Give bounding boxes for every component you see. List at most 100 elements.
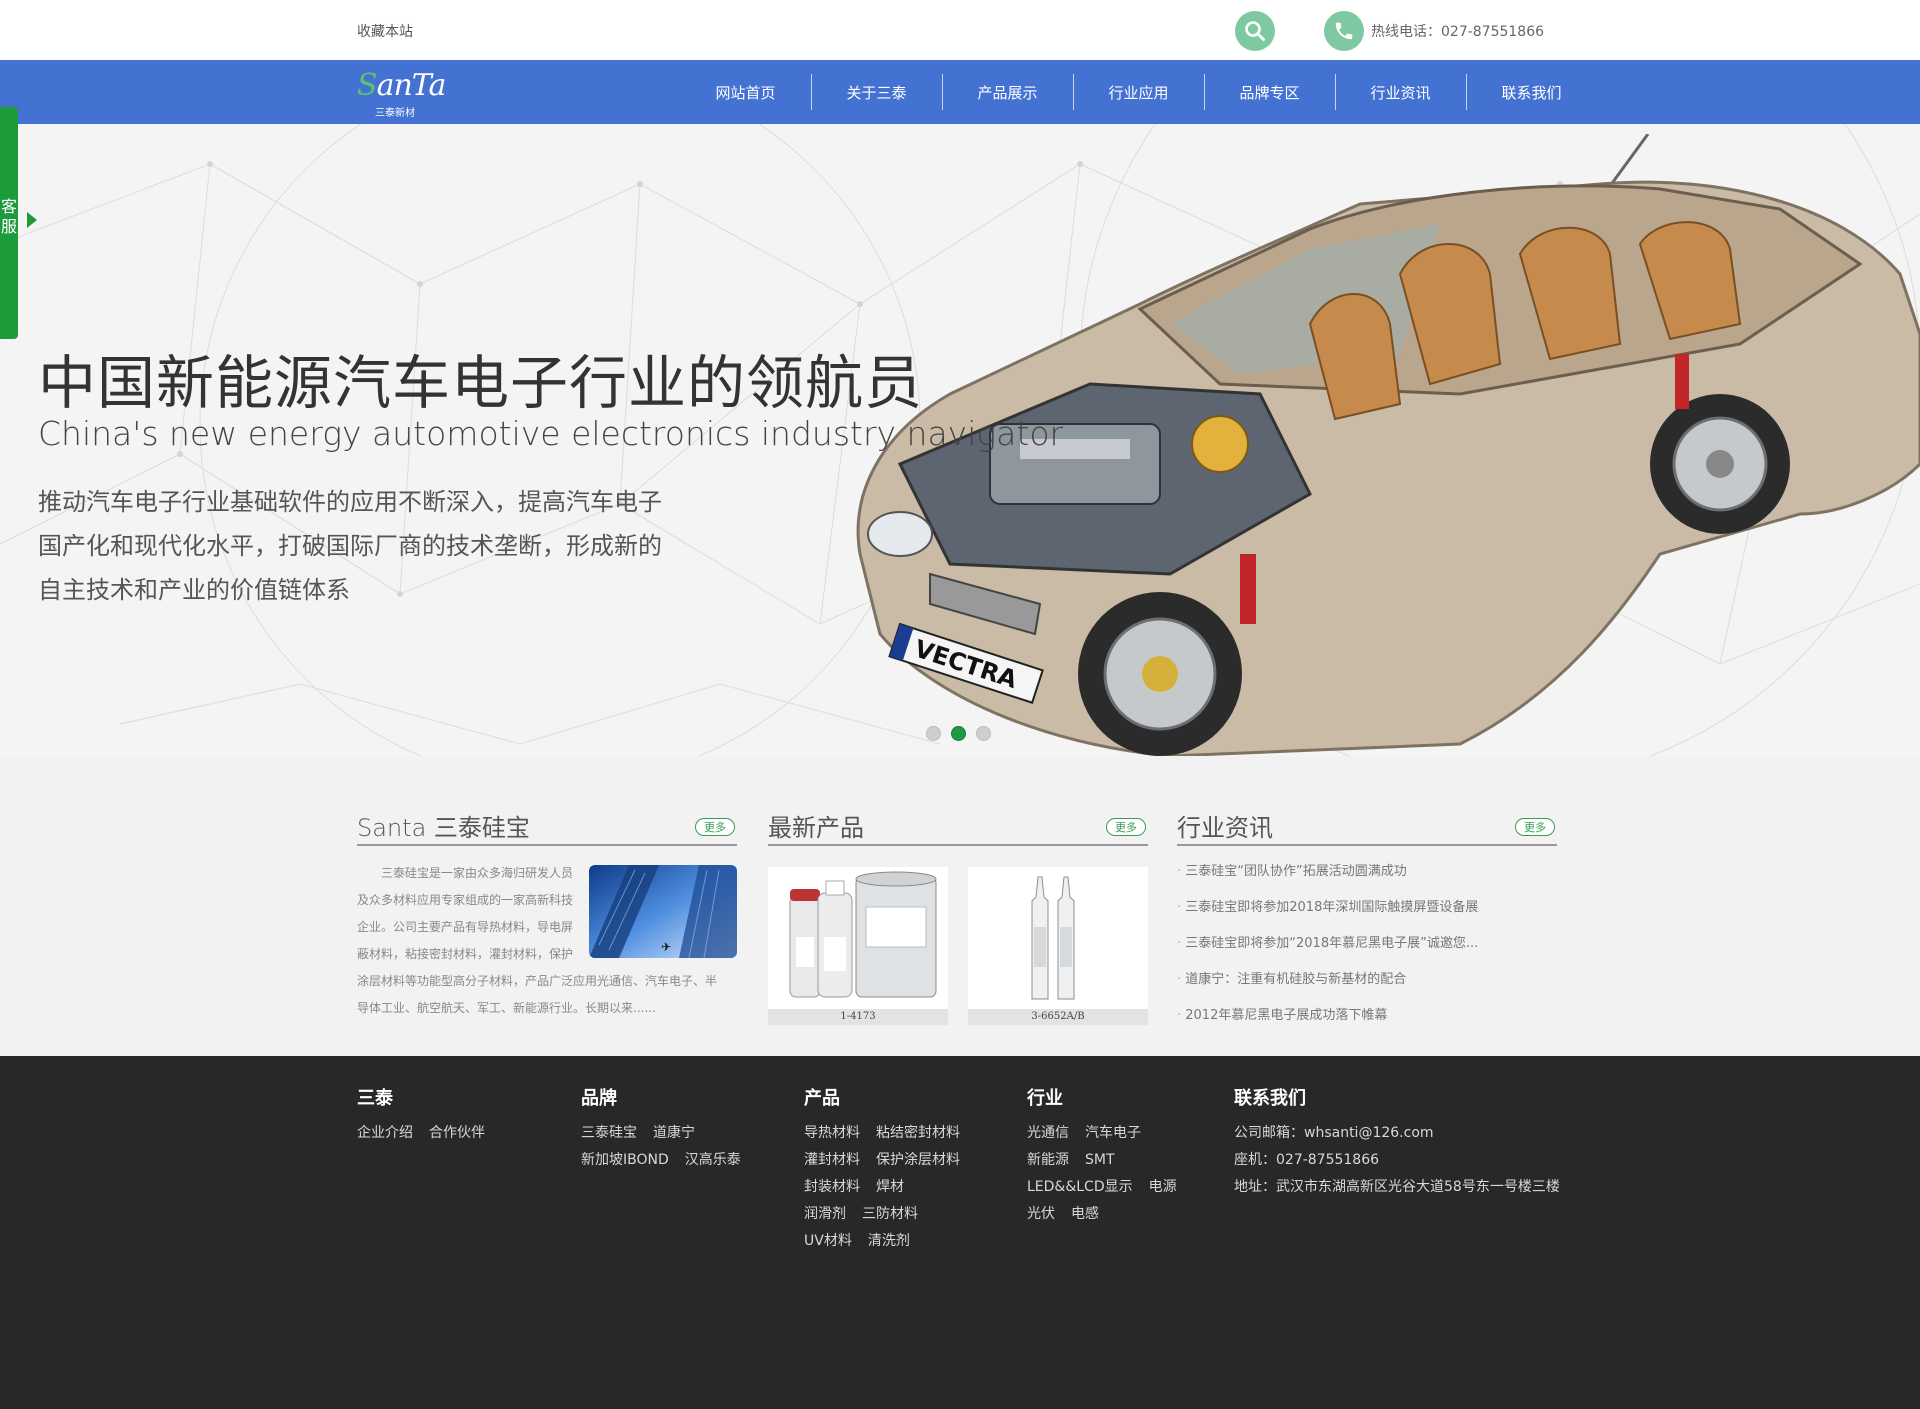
nav-applications[interactable]: 行业应用 — [1073, 60, 1204, 124]
slider-dot-2[interactable] — [951, 726, 966, 741]
logo[interactable]: SanTa 三泰新材 — [357, 68, 447, 119]
footer-heading: 联系我们 — [1234, 1088, 1306, 1109]
footer-link[interactable]: 新加坡IBOND — [581, 1152, 669, 1168]
footer-row: 封装材料 焊材 — [804, 1174, 976, 1201]
footer-address: 地址：武汉市东湖高新区光谷大道58号东一号楼三楼 — [1234, 1179, 1560, 1195]
product-image — [1031, 876, 1075, 1000]
slider-dots — [926, 726, 991, 741]
footer-link[interactable]: 电感 — [1071, 1206, 1099, 1222]
footer-link[interactable]: 三防材料 — [862, 1206, 918, 1222]
footer-link[interactable]: 焊材 — [876, 1179, 904, 1195]
footer-link[interactable]: 合作伙伴 — [429, 1125, 485, 1141]
news-item[interactable]: 2012年慕尼黑电子展成功落下帷幕 — [1177, 1006, 1557, 1042]
news-header: 行业资讯 更多 — [1177, 808, 1557, 846]
product-caption: 3-6652A/B — [968, 1009, 1148, 1025]
phone-glyph-icon — [1335, 22, 1353, 40]
footer-row: 企业介绍 合作伙伴 — [357, 1120, 501, 1147]
content-section: Santa 三泰硅宝 更多 ✈ 三泰硅宝是一家由众多海归研发人员及众多材料应用专… — [0, 756, 1920, 1056]
footer-col-contact: 联系我们 公司邮箱：whsanti@126.com 座机：027-8755186… — [1234, 1084, 1560, 1201]
slider-dot-3[interactable] — [976, 726, 991, 741]
footer-email: 公司邮箱：whsanti@126.com — [1234, 1125, 1434, 1141]
hero-banner[interactable]: VECTRA 中国新能源汽车电子行业的领航员 China's new energ… — [0, 124, 1920, 756]
phone-icon — [1324, 11, 1364, 51]
footer-row: 润滑剂 三防材料 — [804, 1201, 976, 1228]
footer-heading: 产品 — [804, 1088, 840, 1109]
footer-col-products: 产品 导热材料 粘结密封材料 灌封材料 保护涂层材料 封装材料 焊材 润滑剂 三防材料 … — [804, 1084, 976, 1255]
footer-link[interactable]: UV材料 — [804, 1233, 852, 1249]
search-icon — [1245, 21, 1265, 41]
news-title: 行业资讯 — [1177, 814, 1273, 842]
page: 收藏本站 热线电话：027-87551866 SanTa 三泰新材 网站首页 关… — [0, 0, 1920, 1409]
footer: 三泰 企业介绍 合作伙伴 品牌 三泰硅宝 道康宁 新加坡IBOND 汉高乐泰 产品 导… — [0, 1056, 1920, 1409]
news-more-button[interactable]: 更多 — [1515, 818, 1555, 836]
news-item[interactable]: 三泰硅宝“团队协作”拓展活动圆满成功 — [1177, 862, 1557, 898]
footer-link[interactable]: 清洗剂 — [868, 1233, 910, 1249]
news-item[interactable]: 三泰硅宝即将参加2018年深圳国际触摸屏暨设备展 — [1177, 898, 1557, 934]
footer-link[interactable]: 灌封材料 — [804, 1152, 860, 1168]
about-more-button[interactable]: 更多 — [695, 818, 735, 836]
footer-heading: 三泰 — [357, 1088, 393, 1109]
hero-title: 中国新能源汽车电子行业的领航员 — [38, 349, 924, 417]
about-title: Santa 三泰硅宝 — [357, 814, 530, 842]
footer-phone: 座机：027-87551866 — [1234, 1152, 1380, 1168]
bookmark-link[interactable]: 收藏本站 — [357, 21, 413, 41]
product-card[interactable]: 3-6652A/B — [968, 867, 1148, 1025]
footer-heading: 行业 — [1027, 1088, 1063, 1109]
footer-link[interactable]: SMT — [1085, 1152, 1115, 1168]
hero-subtitle: China's new energy automotive electronic… — [38, 414, 1064, 453]
footer-link[interactable]: 三泰硅宝 — [581, 1125, 637, 1141]
footer-col-industry: 行业 光通信 汽车电子 新能源 SMT LED&&LCD显示 电源 光伏 电感 — [1027, 1084, 1193, 1228]
nav-brands[interactable]: 品牌专区 — [1204, 60, 1335, 124]
hero-desc-line: 推动汽车电子行业基础软件的应用不断深入，提高汽车电子 — [38, 488, 662, 516]
footer-link[interactable]: 道康宁 — [653, 1125, 695, 1141]
about-header: Santa 三泰硅宝 更多 — [357, 808, 737, 846]
footer-link[interactable]: 电源 — [1149, 1179, 1177, 1195]
top-bar: 收藏本站 热线电话：027-87551866 — [0, 0, 1920, 60]
product-card[interactable]: 1-4173 — [768, 867, 948, 1025]
footer-row: 新加坡IBOND 汉高乐泰 — [581, 1147, 757, 1174]
footer-link[interactable]: 封装材料 — [804, 1179, 860, 1195]
nav-about[interactable]: 关于三泰 — [811, 60, 942, 124]
footer-link[interactable]: 粘结密封材料 — [876, 1125, 960, 1141]
product-caption: 1-4173 — [768, 1009, 948, 1025]
products-more-button[interactable]: 更多 — [1106, 818, 1146, 836]
hotline-text: 热线电话：027-87551866 — [1371, 24, 1545, 40]
footer-row: 三泰硅宝 道康宁 — [581, 1120, 757, 1147]
expand-arrow-icon[interactable] — [27, 212, 37, 228]
footer-link[interactable]: 汉高乐泰 — [685, 1152, 741, 1168]
products-header: 最新产品 更多 — [768, 808, 1148, 846]
footer-link[interactable]: 汽车电子 — [1085, 1125, 1141, 1141]
footer-link[interactable]: 保护涂层材料 — [876, 1152, 960, 1168]
nav-products[interactable]: 产品展示 — [942, 60, 1073, 124]
footer-link[interactable]: 光伏 — [1027, 1206, 1055, 1222]
about-text: 三泰硅宝是一家由众多海归研发人员及众多材料应用专家组成的一家高新科技企业。公司主… — [357, 860, 727, 1022]
footer-heading: 品牌 — [581, 1088, 617, 1109]
footer-link[interactable]: 光通信 — [1027, 1125, 1069, 1141]
footer-link[interactable]: 导热材料 — [804, 1125, 860, 1141]
footer-row: 新能源 SMT — [1027, 1147, 1193, 1174]
news-item[interactable]: 三泰硅宝即将参加“2018年慕尼黑电子展”诚邀您... — [1177, 934, 1557, 970]
footer-link[interactable]: 新能源 — [1027, 1152, 1069, 1168]
products-title: 最新产品 — [768, 814, 864, 842]
customer-service-label: 客服 — [0, 197, 17, 236]
hero-description: 推动汽车电子行业基础软件的应用不断深入，提高汽车电子 国产化和现代化水平，打破国… — [38, 480, 698, 612]
slider-dot-1[interactable] — [926, 726, 941, 741]
footer-link[interactable]: 润滑剂 — [804, 1206, 846, 1222]
nav-news[interactable]: 行业资讯 — [1335, 60, 1466, 124]
customer-service-tab[interactable]: 客服 — [0, 107, 18, 339]
nav-home[interactable]: 网站首页 — [680, 60, 811, 124]
product-image — [789, 871, 937, 998]
logo-wordmark: SanTa — [357, 68, 446, 103]
footer-link[interactable]: LED&&LCD显示 — [1027, 1179, 1133, 1195]
search-button[interactable] — [1235, 11, 1275, 51]
footer-row: 导热材料 粘结密封材料 — [804, 1120, 976, 1147]
news-list: 三泰硅宝“团队协作”拓展活动圆满成功 三泰硅宝即将参加2018年深圳国际触摸屏暨… — [1177, 862, 1557, 1042]
footer-col-brand: 品牌 三泰硅宝 道康宁 新加坡IBOND 汉高乐泰 — [581, 1084, 757, 1174]
footer-link[interactable]: 企业介绍 — [357, 1125, 413, 1141]
footer-row: 灌封材料 保护涂层材料 — [804, 1147, 976, 1174]
nav-contact[interactable]: 联系我们 — [1466, 60, 1597, 124]
nav-items: 网站首页 关于三泰 产品展示 行业应用 品牌专区 行业资讯 联系我们 — [680, 60, 1597, 124]
footer-row: UV材料 清洗剂 — [804, 1228, 976, 1255]
hero-desc-line: 自主技术和产业的价值链体系 — [38, 576, 350, 604]
news-item[interactable]: 道康宁：注重有机硅胶与新基材的配合 — [1177, 970, 1557, 1006]
